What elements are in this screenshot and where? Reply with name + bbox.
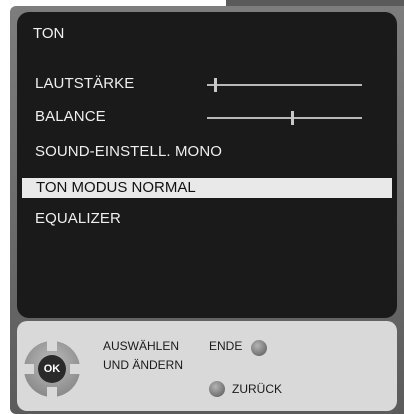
menu-item-label: TON MODUS NORMAL — [36, 179, 196, 196]
ok-button-icon: OK — [38, 355, 66, 383]
exit-hint-label: ENDE — [209, 339, 243, 353]
volume-slider-track — [207, 84, 362, 86]
dpad-up-notch — [47, 341, 57, 351]
menu-item-sound-mode[interactable]: TON MODUS NORMAL — [22, 178, 392, 198]
menu-item-label: BALANCE — [35, 108, 106, 125]
select-hint-line2: UND ÄNDERN — [103, 358, 184, 372]
menu-item-sound-setting[interactable]: SOUND-EINSTELL. MONO — [35, 143, 222, 160]
menu-item-equalizer[interactable]: EQUALIZER — [35, 210, 121, 227]
back-button-icon — [209, 381, 225, 397]
exit-button-icon — [251, 340, 267, 356]
menu-item-label: LAUTSTÄRKE — [35, 75, 135, 92]
menu-item-label: EQUALIZER — [35, 210, 121, 227]
balance-slider-handle[interactable] — [291, 111, 295, 125]
dpad-down-notch — [47, 387, 57, 397]
menu-item-balance[interactable]: BALANCE — [35, 108, 106, 125]
menu-item-volume[interactable]: LAUTSTÄRKE — [35, 75, 134, 92]
menu-title: TON — [33, 25, 65, 42]
dpad-left-notch — [24, 364, 34, 374]
dpad-right-notch — [70, 364, 80, 374]
menu-item-label: SOUND-EINSTELL. MONO — [35, 143, 223, 160]
balance-slider-track — [207, 117, 362, 119]
select-hint-line1: AUSWÄHLEN — [103, 339, 180, 353]
help-footer: OK AUSWÄHLEN UND ÄNDERN ENDE ZURÜCK — [17, 321, 397, 411]
sound-menu-panel: TON LAUTSTÄRKE BALANCE SOUND-EINSTELL. M… — [17, 12, 397, 318]
back-hint-label: ZURÜCK — [232, 382, 282, 396]
volume-slider-handle[interactable] — [213, 78, 217, 92]
navigation-dpad-icon: OK — [24, 341, 80, 397]
